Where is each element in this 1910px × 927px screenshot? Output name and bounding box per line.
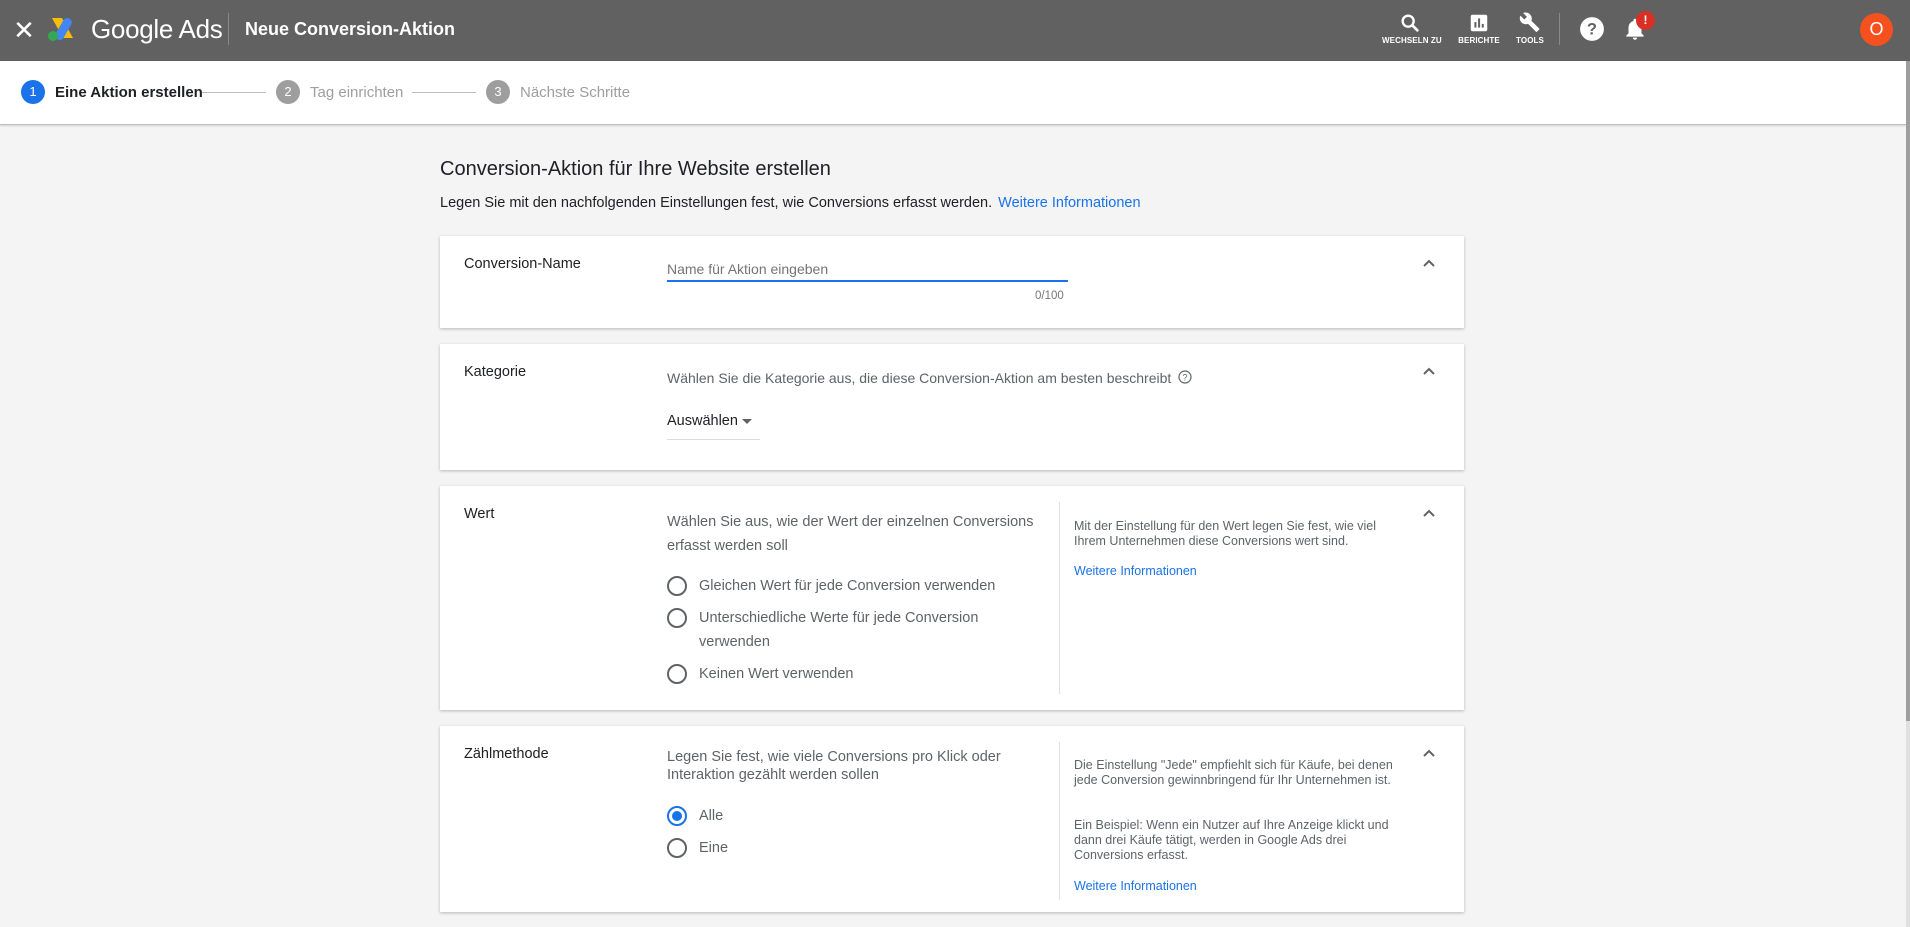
radio-one[interactable]: Eine [667, 836, 989, 860]
stepper: 1 Eine Aktion erstellen 2 Tag einrichten… [0, 61, 1906, 125]
radio-circle [667, 806, 687, 826]
help-icon[interactable]: ? [1579, 16, 1605, 42]
card-label: Zählmethode [464, 746, 549, 762]
step-connector [202, 92, 266, 93]
page-subtitle: Legen Sie mit den nachfolgenden Einstell… [440, 195, 1141, 211]
learn-more-link[interactable]: Weitere Informationen [998, 195, 1140, 211]
wrench-icon [1519, 12, 1540, 32]
value-help-text: Mit der Einstellung für den Wert legen S… [1074, 519, 1376, 548]
radio-circle [667, 838, 687, 858]
category-description: Wählen Sie die Kategorie aus, die diese … [667, 366, 1192, 391]
count-method-card: Zählmethode Legen Sie fest, wie viele Co… [440, 726, 1464, 912]
category-select[interactable]: Auswählen [667, 410, 760, 440]
count-learn-more-link[interactable]: Weitere Informationen [1074, 879, 1197, 893]
bar-chart-icon [1470, 14, 1488, 32]
category-card: Kategorie Wählen Sie die Kategorie aus, … [440, 344, 1464, 470]
value-learn-more-link[interactable]: Weitere Informationen [1074, 564, 1197, 578]
card-label: Wert [464, 506, 495, 522]
dropdown-caret-icon [742, 419, 752, 424]
card-label: Kategorie [464, 364, 527, 380]
google-ads-logo-icon [48, 18, 73, 41]
chevron-up-icon[interactable] [1422, 748, 1436, 758]
switch-to-button[interactable]: WECHSELN ZU [1382, 8, 1442, 46]
count-description: Legen Sie fest, wie viele Conversions pr… [667, 749, 1001, 783]
top-app-bar: ✕ Google Ads Neue Conversion-Aktion WECH… [0, 0, 1910, 61]
value-description: Wählen Sie aus, wie der Wert der einzeln… [667, 514, 1034, 554]
count-help-text-1: Die Einstellung "Jede" empfiehlt sich fü… [1074, 758, 1393, 787]
conversion-name-input[interactable] [667, 258, 1068, 282]
brand-name: Google Ads [91, 14, 223, 44]
close-icon[interactable]: ✕ [12, 15, 36, 45]
topbar-separator [1559, 13, 1560, 45]
card-label: Conversion-Name [464, 256, 581, 272]
step-set-up-tag[interactable]: 2 Tag einrichten [276, 80, 403, 104]
conversion-name-card: Conversion-Name 0/100 [440, 236, 1464, 328]
radio-circle [667, 664, 687, 684]
tools-button[interactable]: TOOLS [1510, 8, 1550, 46]
notification-badge: ! [1636, 11, 1655, 30]
help-pane-divider [1059, 502, 1060, 694]
avatar[interactable]: O [1860, 13, 1893, 46]
radio-different-values[interactable]: Unterschiedliche Werte für jede Conversi… [667, 606, 989, 654]
step-create-action[interactable]: 1 Eine Aktion erstellen [21, 80, 203, 104]
page-title: Conversion-Aktion für Ihre Website erste… [440, 158, 831, 180]
scrollbar-thumb[interactable] [1906, 61, 1910, 721]
radio-circle [667, 576, 687, 596]
step-connector [412, 92, 476, 93]
page-title-topbar: Neue Conversion-Aktion [245, 19, 456, 39]
radio-same-value[interactable]: Gleichen Wert für jede Conversion verwen… [667, 574, 1029, 598]
chevron-up-icon[interactable] [1422, 258, 1436, 268]
help-circle-icon[interactable]: ? [1178, 370, 1192, 384]
radio-circle [667, 608, 687, 628]
help-pane-divider [1059, 742, 1060, 900]
value-card: Wert Wählen Sie aus, wie der Wert der ei… [440, 486, 1464, 710]
search-icon [1401, 14, 1419, 32]
character-counter: 0/100 [1035, 290, 1064, 302]
radio-no-value[interactable]: Keinen Wert verwenden [667, 662, 989, 686]
svg-text:?: ? [1587, 20, 1597, 38]
count-help-text-2: Ein Beispiel: Wenn ein Nutzer auf Ihre A… [1074, 818, 1389, 862]
chevron-up-icon[interactable] [1422, 366, 1436, 376]
svg-text:?: ? [1183, 373, 1188, 383]
reports-button[interactable]: BERICHTE [1454, 8, 1504, 46]
radio-all[interactable]: Alle [667, 804, 989, 828]
step-next-steps[interactable]: 3 Nächste Schritte [486, 80, 630, 104]
chevron-up-icon[interactable] [1422, 508, 1436, 518]
topbar-divider [228, 13, 229, 45]
